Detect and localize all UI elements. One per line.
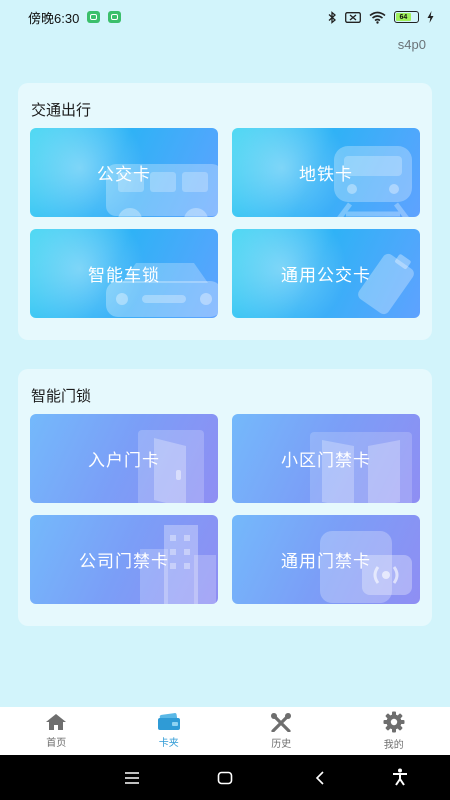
wallet-icon	[157, 713, 180, 730]
card-label: 地铁卡	[299, 165, 353, 184]
mute-icon	[345, 11, 361, 23]
back-icon[interactable]	[314, 771, 326, 785]
version-label: s4p0	[397, 37, 426, 52]
tab-wallet[interactable]: 卡夹	[113, 707, 226, 755]
transport-section: 交通出行 公交卡 地铁卡 智能车锁 通用公交卡	[18, 83, 432, 340]
card-label: 入户门卡	[88, 451, 160, 470]
tab-label: 卡夹	[158, 738, 179, 749]
tab-label: 首页	[46, 738, 67, 749]
subway-card-button[interactable]: 地铁卡	[232, 128, 420, 217]
system-nav-bar	[0, 755, 450, 800]
menu-icon[interactable]	[124, 771, 140, 785]
bottom-nav: 首页 卡夹 历史 我的	[0, 707, 450, 755]
tab-history[interactable]: 历史	[225, 707, 338, 755]
home-button-icon[interactable]	[217, 771, 233, 785]
card-label: 公交卡	[97, 165, 151, 184]
accessibility-icon[interactable]	[392, 768, 408, 786]
section-title: 交通出行	[31, 102, 92, 119]
home-icon	[46, 714, 67, 730]
card-label: 智能车锁	[88, 266, 160, 285]
company-access-card-button[interactable]: 公司门禁卡	[30, 515, 218, 604]
battery-icon: 64	[394, 11, 419, 23]
card-label: 通用公交卡	[281, 266, 371, 285]
section-title: 智能门锁	[31, 388, 92, 405]
card-label: 公司门禁卡	[79, 552, 169, 571]
door-lock-section: 智能门锁 入户门卡 小区门禁卡 公司门禁卡 通用门禁卡	[18, 369, 432, 626]
charging-icon	[427, 11, 434, 23]
wechat-icon	[108, 11, 122, 23]
bus-card-button[interactable]: 公交卡	[30, 128, 218, 217]
status-bar: 傍晚6:30 64	[0, 0, 450, 34]
community-gate-card-button[interactable]: 小区门禁卡	[232, 414, 420, 503]
tab-mine[interactable]: 我的	[338, 707, 450, 755]
universal-bus-card-button[interactable]: 通用公交卡	[232, 229, 420, 318]
tab-label: 我的	[383, 740, 404, 751]
bluetooth-icon	[328, 10, 336, 24]
battery-level: 64	[396, 13, 411, 21]
tab-home[interactable]: 首页	[0, 707, 113, 755]
tools-icon	[271, 713, 292, 732]
universal-access-card-button[interactable]: 通用门禁卡	[232, 515, 420, 604]
gear-icon	[383, 711, 405, 733]
tab-label: 历史	[271, 739, 292, 750]
status-time: 傍晚6:30	[28, 10, 80, 26]
home-door-card-button[interactable]: 入户门卡	[30, 414, 218, 503]
card-label: 通用门禁卡	[281, 552, 371, 571]
wifi-icon	[369, 11, 386, 24]
wechat-icon	[87, 11, 101, 23]
car-lock-card-button[interactable]: 智能车锁	[30, 229, 218, 318]
card-label: 小区门禁卡	[281, 451, 371, 470]
